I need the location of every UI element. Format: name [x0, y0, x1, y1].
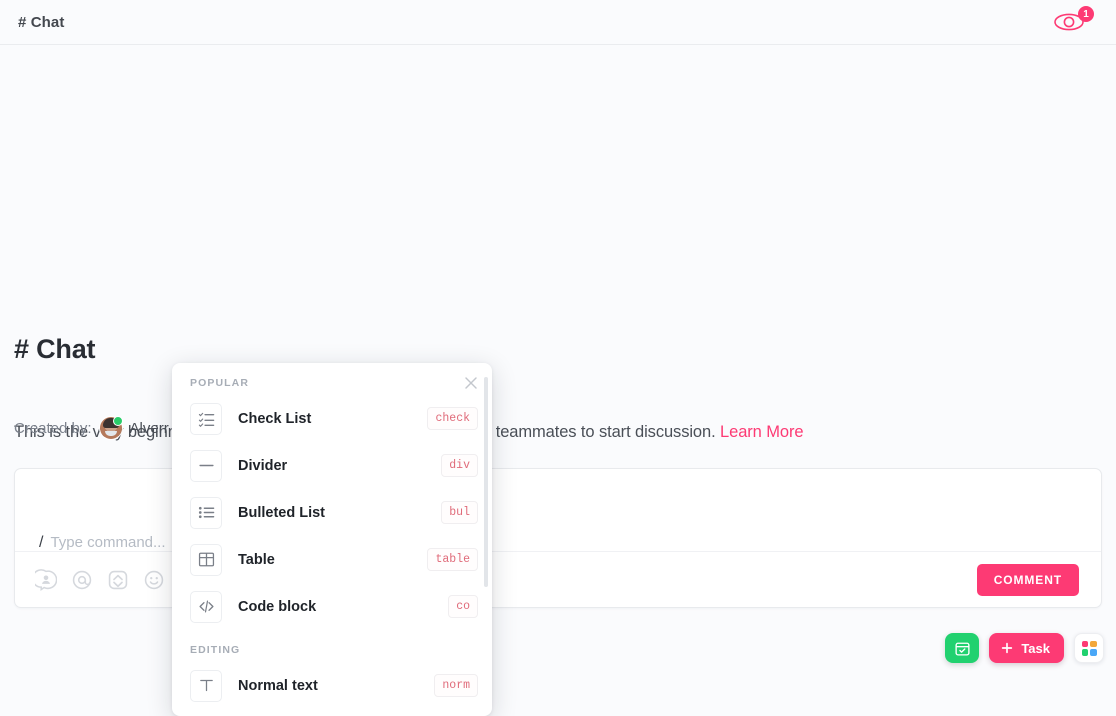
menu-item-shortcut: table [427, 548, 478, 571]
close-icon[interactable] [461, 373, 481, 393]
comment-submit-button[interactable]: COMMENT [976, 563, 1079, 596]
assign-comment-icon[interactable] [35, 568, 57, 591]
menu-item-shortcut: div [441, 454, 478, 477]
plus-icon [1002, 642, 1013, 654]
menu-scrollbar-thumb[interactable] [484, 377, 488, 587]
apps-dot-blue [1090, 649, 1097, 656]
menu-item-table[interactable]: Table table [172, 536, 492, 583]
divider-icon [190, 449, 222, 482]
apps-dot-orange [1090, 640, 1097, 647]
bulleted-list-icon [190, 496, 222, 529]
online-status-dot [112, 416, 123, 426]
menu-item-shortcut: bul [441, 501, 478, 524]
normal-text-icon [190, 669, 222, 702]
create-task-button[interactable]: Task [989, 633, 1064, 663]
created-by-row: Created by: Alverr [14, 416, 169, 439]
menu-item-divider[interactable]: Divider div [172, 442, 492, 489]
menu-item-shortcut: check [427, 407, 478, 430]
watchers-count-badge: 1 [1078, 6, 1094, 22]
created-by-name: Alverr [129, 419, 169, 437]
created-by-label: Created by: [14, 419, 92, 437]
learn-more-link[interactable]: Learn More [720, 423, 803, 441]
menu-item-label: Bulleted List [238, 504, 326, 521]
watchers-button[interactable]: 1 [1052, 6, 1094, 38]
menu-item-label: Divider [238, 457, 288, 474]
slash-menu-scroll-area: POPULAR Check List check Divider div Bul… [172, 363, 492, 716]
apps-grid-icon [1081, 640, 1097, 656]
apps-button[interactable] [1074, 633, 1104, 663]
menu-group-label-popular: POPULAR [190, 377, 250, 389]
view-title: # Chat [18, 13, 65, 31]
apps-dot-green [1081, 649, 1088, 656]
apps-dot-pink [1081, 640, 1088, 647]
calendar-icon [955, 642, 970, 656]
comment-placeholder: Type command... [50, 534, 166, 551]
mention-icon[interactable] [71, 569, 93, 591]
menu-item-shortcut: co [448, 595, 478, 618]
comment-toolbar-icons [35, 568, 165, 591]
menu-item-code-block[interactable]: Code block co [172, 583, 492, 630]
chat-view-content: # Chat This is the very beginning of thi… [0, 45, 1116, 716]
table-icon [190, 543, 222, 576]
menu-item-label: Table [238, 551, 275, 568]
menu-item-bulleted-list[interactable]: Bulleted List bul [172, 489, 492, 536]
menu-scrollbar-track[interactable] [484, 369, 490, 710]
comment-input[interactable]: / Type command... [39, 534, 166, 552]
clickup-logo-icon[interactable] [107, 569, 129, 591]
calendar-button[interactable] [945, 633, 980, 663]
menu-item-label: Code block [238, 598, 317, 615]
menu-item-partial[interactable] [172, 709, 492, 716]
menu-item-label: Check List [238, 410, 312, 427]
menu-item-label: Normal text [238, 677, 318, 694]
typed-slash: / [39, 534, 44, 551]
create-task-label: Task [1021, 640, 1050, 656]
menu-item-normal-text[interactable]: Normal text norm [172, 662, 492, 709]
page-title: # Chat [14, 334, 96, 364]
menu-item-check-list[interactable]: Check List check [172, 395, 492, 442]
check-list-icon [190, 402, 222, 435]
code-block-icon [190, 590, 222, 623]
floating-action-bar: Task [945, 633, 1104, 663]
top-bar: # Chat 1 [0, 0, 1116, 45]
slash-command-menu[interactable]: POPULAR Check List check Divider div Bul… [172, 363, 492, 716]
menu-group-label-editing: EDITING [190, 644, 241, 656]
menu-item-shortcut: norm [434, 674, 478, 697]
avatar[interactable] [99, 416, 123, 439]
emoji-icon[interactable] [143, 569, 165, 591]
